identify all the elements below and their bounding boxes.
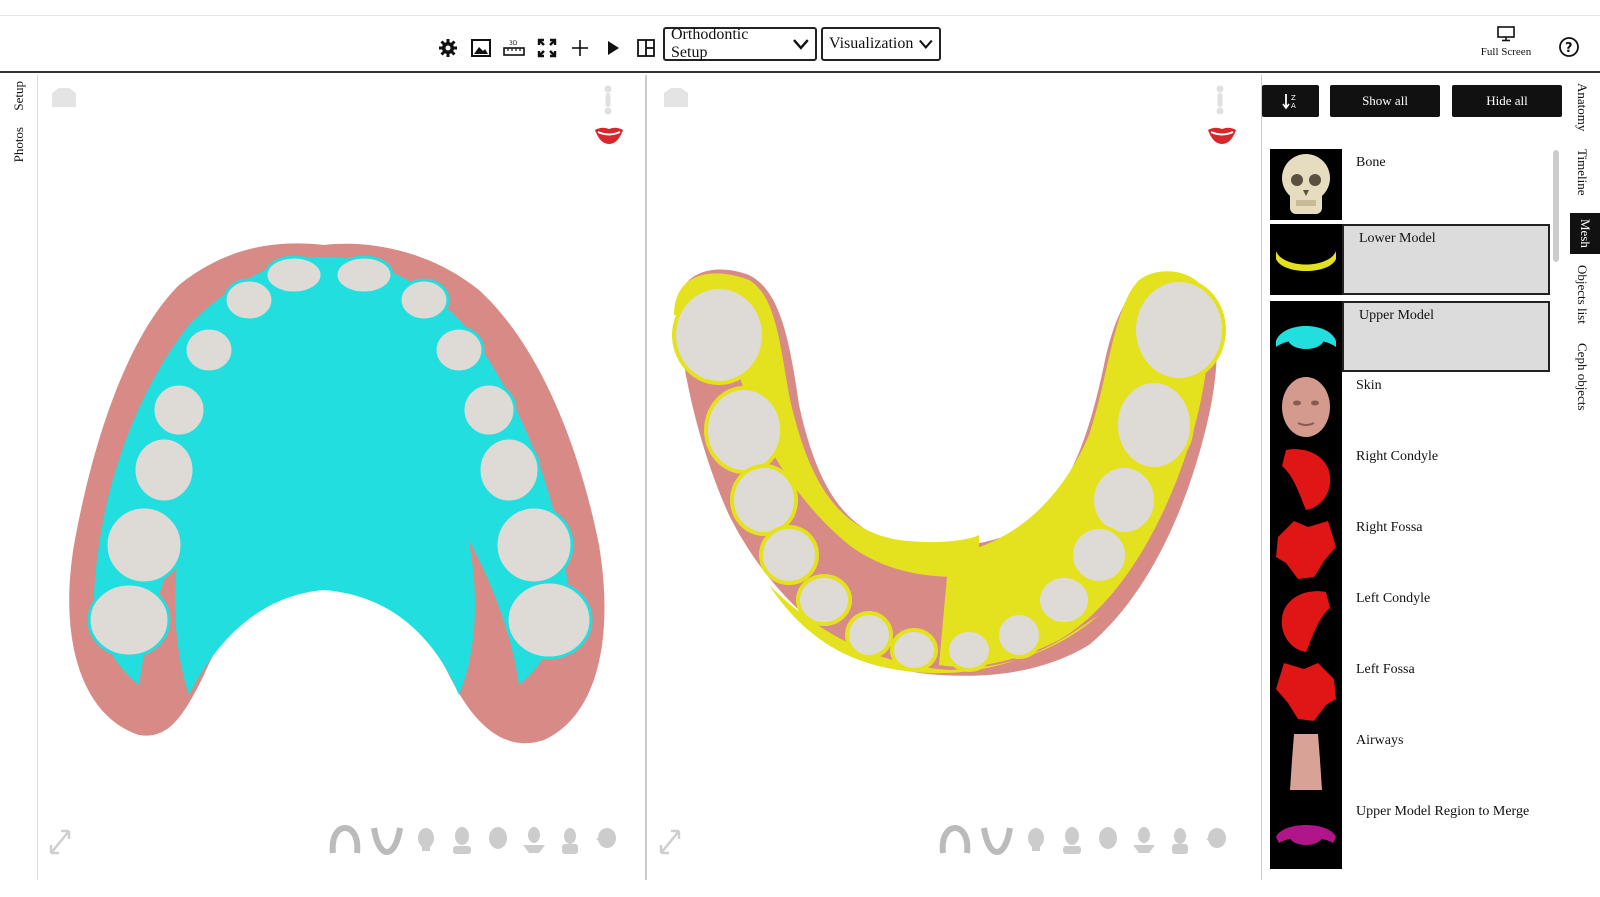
mesh-item-upper-model-region-to-merge[interactable]: Upper Model Region to Merge: [1270, 798, 1550, 869]
plus-icon[interactable]: [568, 36, 592, 60]
expand-icon[interactable]: [535, 36, 559, 60]
head-left-icon[interactable]: [413, 825, 439, 855]
split-layout-icon[interactable]: [634, 36, 658, 60]
chevron-down-icon: [793, 39, 809, 50]
fossa-thumbnail: [1270, 656, 1342, 727]
settings-gear-icon[interactable]: [436, 36, 460, 60]
sort-button[interactable]: ZA: [1262, 85, 1319, 117]
lower-arch-render: [672, 269, 1226, 676]
tab-ceph-objects[interactable]: Ceph objects: [1574, 343, 1590, 411]
show-all-button[interactable]: Show all: [1330, 85, 1440, 117]
magenta-arch-thumbnail: [1270, 798, 1342, 869]
upper-arch-render: [69, 243, 605, 744]
tab-anatomy[interactable]: Anatomy: [1574, 83, 1590, 131]
mesh-label: Airways: [1356, 733, 1404, 748]
mesh-label: Lower Model: [1342, 224, 1550, 295]
head-right-icon[interactable]: [593, 825, 619, 855]
mesh-item-right-condyle[interactable]: Right Condyle: [1270, 443, 1550, 514]
mesh-label: Left Condyle: [1356, 591, 1431, 606]
mesh-label: Skin: [1356, 378, 1382, 393]
lower-arch-view-icon[interactable]: [981, 825, 1013, 855]
condyle-thumbnail: [1270, 443, 1342, 514]
help-icon[interactable]: ?: [1558, 36, 1580, 58]
full-screen-button[interactable]: Full Screen: [1472, 26, 1540, 58]
orthodontic-setup-label: Orthodontic Setup: [671, 26, 749, 61]
tab-setup[interactable]: Setup: [11, 81, 27, 111]
tab-timeline[interactable]: Timeline: [1574, 149, 1590, 195]
tab-mesh[interactable]: Mesh: [1570, 213, 1600, 254]
upper-arch-view-icon[interactable]: [939, 825, 971, 855]
skull-thumbnail: [1270, 149, 1342, 220]
mesh-item-left-condyle[interactable]: Left Condyle: [1270, 585, 1550, 656]
head-bottom-icon[interactable]: [557, 825, 583, 855]
tab-photos[interactable]: Photos: [11, 127, 27, 162]
mesh-label: Left Fossa: [1356, 662, 1415, 677]
fossa-thumbnail: [1270, 514, 1342, 585]
head-left-icon[interactable]: [1023, 825, 1049, 855]
monitor-icon: [1497, 26, 1515, 42]
play-icon[interactable]: [601, 36, 625, 60]
head-front-icon[interactable]: [1059, 825, 1085, 855]
lower-arch-view-icon[interactable]: [371, 825, 403, 855]
visualization-dropdown[interactable]: Visualization: [821, 27, 941, 61]
svg-text:?: ?: [1565, 41, 1573, 56]
image-icon[interactable]: [469, 36, 493, 60]
mesh-panel: ZA Show all Hide all Bone Lower Model Up…: [1261, 75, 1567, 880]
airway-thumbnail: [1270, 727, 1342, 798]
mesh-item-skin[interactable]: Skin: [1270, 372, 1550, 443]
mesh-item-left-fossa[interactable]: Left Fossa: [1270, 656, 1550, 727]
mesh-list-scrollbar[interactable]: [1553, 150, 1559, 262]
head-front-icon[interactable]: [449, 825, 475, 855]
visualization-label: Visualization: [829, 35, 914, 52]
upper-arch-thumbnail: [1270, 301, 1342, 372]
mesh-label: Upper Model: [1342, 301, 1550, 372]
resize-arrows-icon[interactable]: [47, 827, 73, 857]
ruler-3d-icon[interactable]: 3D: [502, 36, 526, 60]
head-top-icon[interactable]: [1131, 825, 1157, 855]
viewport-lower-model[interactable]: [649, 75, 1261, 880]
upper-arch-view-icon[interactable]: [329, 825, 361, 855]
face-thumbnail: [1270, 372, 1342, 443]
mesh-label: Bone: [1356, 155, 1386, 170]
resize-arrows-icon[interactable]: [657, 827, 683, 857]
mesh-item-upper-model[interactable]: Upper Model: [1270, 301, 1550, 372]
mesh-item-right-fossa[interactable]: Right Fossa: [1270, 514, 1550, 585]
chevron-down-icon: [919, 39, 933, 49]
mesh-label: Right Condyle: [1356, 449, 1439, 464]
mesh-label: Upper Model Region to Merge: [1356, 804, 1530, 819]
head-top-icon[interactable]: [521, 825, 547, 855]
lower-arch-thumbnail: [1270, 224, 1342, 295]
mesh-list: Bone Lower Model Upper Model Skin Right …: [1270, 149, 1550, 880]
hide-all-button[interactable]: Hide all: [1452, 85, 1562, 117]
svg-text:Z: Z: [1291, 94, 1296, 102]
toolbar: 3D Orthodontic Setup Visualization Full …: [0, 16, 1600, 73]
left-tab-strip: Setup Photos: [0, 75, 38, 880]
condyle-thumbnail: [1270, 585, 1342, 656]
sort-az-icon: ZA: [1281, 94, 1296, 110]
viewport-upper-model[interactable]: [39, 75, 647, 880]
mesh-item-airways[interactable]: Airways: [1270, 727, 1550, 798]
view-presets: [939, 825, 1229, 855]
mesh-item-lower-model[interactable]: Lower Model: [1270, 224, 1550, 295]
head-back-icon[interactable]: [485, 825, 511, 855]
head-right-icon[interactable]: [1203, 825, 1229, 855]
tab-objects-list[interactable]: Objects list: [1574, 265, 1590, 324]
mesh-label: Right Fossa: [1356, 520, 1423, 535]
orthodontic-setup-dropdown[interactable]: Orthodontic Setup: [663, 26, 817, 61]
view-presets: [329, 825, 619, 855]
head-bottom-icon[interactable]: [1167, 825, 1193, 855]
bottom-border: [0, 880, 1600, 897]
right-tab-strip: Anatomy Timeline Mesh Objects list Ceph …: [1567, 75, 1600, 880]
head-back-icon[interactable]: [1095, 825, 1121, 855]
full-screen-label: Full Screen: [1480, 46, 1532, 58]
mesh-item-bone[interactable]: Bone: [1270, 149, 1550, 220]
svg-text:A: A: [1291, 102, 1296, 110]
svg-text:3D: 3D: [509, 40, 518, 47]
tool-icons: 3D: [436, 36, 658, 60]
